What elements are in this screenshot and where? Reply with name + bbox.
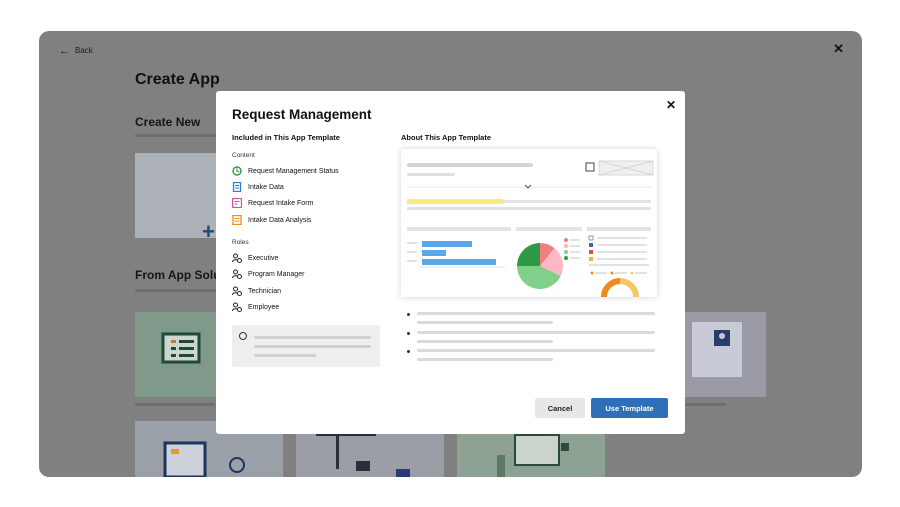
about-heading: About This App Template: [401, 133, 491, 142]
content-label: Content: [232, 152, 255, 159]
content-item-label: Request Management Status: [248, 167, 339, 175]
template-card[interactable]: [684, 312, 766, 397]
sheet-icon: [232, 181, 242, 193]
role-item: Program Manager: [232, 268, 304, 280]
role-label: Employee: [248, 303, 280, 311]
placeholder-line: [254, 354, 316, 357]
placeholder-line: [417, 349, 655, 352]
placeholder-line: [417, 340, 553, 343]
template-card[interactable]: [135, 312, 225, 397]
close-icon[interactable]: ✕: [833, 42, 844, 56]
content-item: Intake Data: [232, 181, 284, 193]
back-arrow-icon: ←: [59, 44, 70, 57]
placeholder-line: [417, 321, 553, 324]
content-item: Request Intake Form: [231, 197, 314, 209]
card-caption-bar: [684, 403, 726, 406]
placeholder-line: [254, 345, 371, 348]
bullet: [407, 313, 410, 316]
role-item: Employee: [232, 301, 279, 313]
role-label: Executive: [248, 254, 279, 262]
modal-title: Request Management: [232, 107, 372, 122]
role-item: Technician: [232, 285, 281, 297]
from-app-solutions-heading: From App Solu: [135, 268, 221, 282]
back-link[interactable]: ← Back: [59, 44, 93, 57]
role-label: Program Manager: [248, 270, 305, 278]
plus-icon: +: [202, 219, 215, 244]
status-dashboard-icon: [232, 166, 242, 176]
role-icon: [232, 253, 242, 263]
close-icon[interactable]: ✕: [666, 98, 676, 112]
placeholder-line: [254, 336, 371, 339]
role-icon: [232, 286, 242, 296]
section-divider: [135, 289, 225, 292]
placeholder-line: [417, 312, 655, 315]
content-item-label: Intake Data: [248, 183, 284, 191]
use-template-button[interactable]: Use Template: [591, 398, 668, 418]
content-item: Request Management Status: [232, 165, 339, 177]
bullet: [407, 332, 410, 335]
roles-label: Roles: [232, 239, 249, 246]
template-preview: [401, 149, 657, 297]
placeholder-line: [417, 331, 655, 334]
info-box: [232, 325, 380, 367]
template-modal: Request Management ✕ Included in This Ap…: [216, 91, 685, 434]
role-icon: [232, 302, 242, 312]
page-title: Create App: [135, 71, 220, 88]
role-icon: [232, 269, 242, 279]
card-caption-bar: [135, 403, 215, 406]
template-illustration: [161, 332, 201, 364]
included-heading: Included in This App Template: [232, 133, 340, 142]
template-illustration: [692, 322, 742, 377]
report-icon: [232, 214, 242, 226]
preview-illustration: [407, 160, 654, 297]
section-divider: [135, 134, 225, 137]
bullet: [407, 350, 410, 353]
form-icon: [231, 197, 243, 209]
role-item: Executive: [232, 252, 278, 264]
content-item-label: Request Intake Form: [248, 199, 314, 207]
placeholder-line: [417, 358, 553, 361]
info-icon: [239, 332, 247, 340]
content-item-label: Intake Data Analysis: [248, 216, 312, 224]
back-label: Back: [75, 46, 93, 55]
create-new-heading: Create New: [135, 115, 201, 129]
content-item: Intake Data Analysis: [232, 214, 311, 226]
cancel-button[interactable]: Cancel: [535, 398, 585, 418]
role-label: Technician: [248, 287, 282, 295]
